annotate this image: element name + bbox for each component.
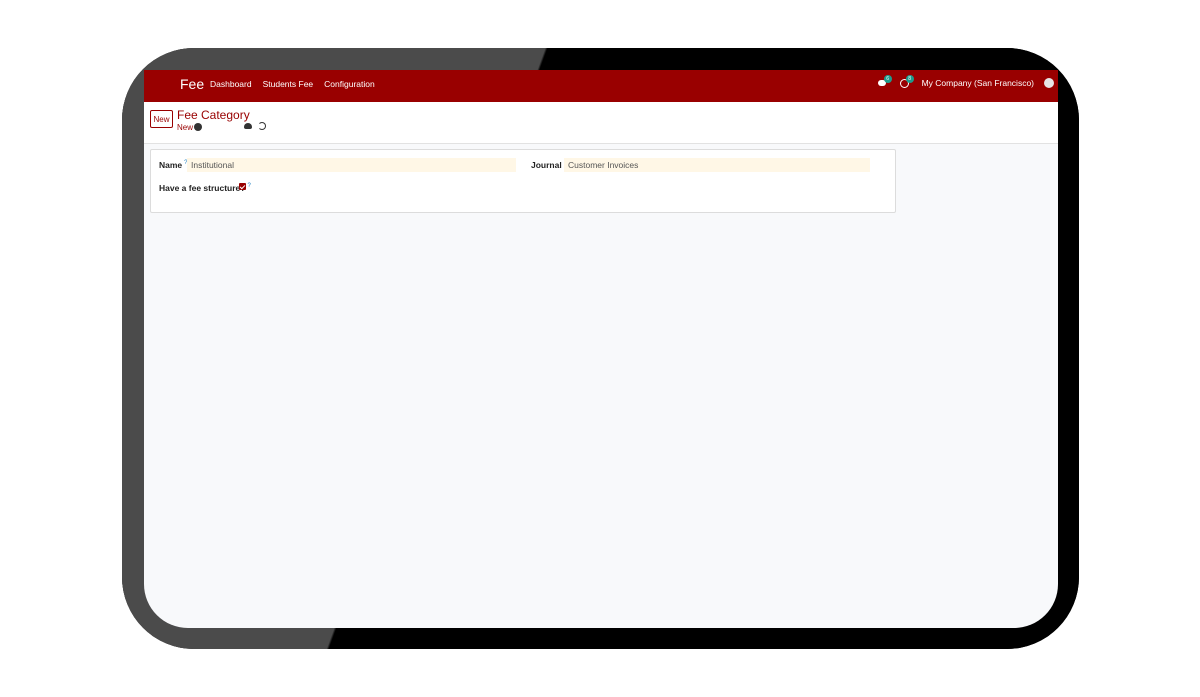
journal-label: Journal? [531,160,567,170]
activity-clock-icon[interactable]: 8 [899,75,914,89]
menu-item-dashboard[interactable]: Dashboard [210,79,252,89]
fee-structure-label-text: Have a fee structure? [159,183,246,193]
name-field[interactable]: Institutional [187,158,516,172]
top-navbar: Fee Dashboard Students Fee Configuration… [144,70,1058,102]
chat-badge: 6 [883,75,892,83]
journal-field[interactable]: Customer Invoices [564,158,870,172]
navbar-systray: 6 8 My Company (San Francisco) [877,75,1054,89]
fee-structure-checkbox[interactable] [239,183,246,190]
journal-label-text: Journal [531,160,562,170]
name-label: Name? [159,160,188,170]
breadcrumb-current: New [177,123,194,132]
gear-icon[interactable] [195,124,201,130]
fee-structure-help-icon[interactable]: ? [247,183,250,189]
app-screen: Fee Dashboard Students Fee Configuration… [144,70,1058,628]
company-switcher[interactable]: My Company (San Francisco) [922,78,1034,88]
discard-icon[interactable] [258,122,266,130]
menu-item-students-fee[interactable]: Students Fee [263,79,314,89]
activity-badge: 8 [905,75,914,83]
breadcrumb-title[interactable]: Fee Category [177,108,250,122]
chat-icon[interactable]: 6 [877,75,892,89]
name-label-text: Name [159,160,183,170]
main-menu: Dashboard Students Fee Configuration [210,79,375,89]
fee-structure-label: Have a fee structure?? [159,183,251,193]
form-sheet: Name? Institutional Journal? Customer In… [150,149,896,213]
control-panel: New Fee Category New [144,102,1058,144]
app-brand[interactable]: Fee [180,76,204,92]
user-avatar[interactable] [1044,78,1054,88]
menu-item-configuration[interactable]: Configuration [324,79,375,89]
save-cloud-icon[interactable] [244,123,252,129]
new-button[interactable]: New [150,110,173,128]
